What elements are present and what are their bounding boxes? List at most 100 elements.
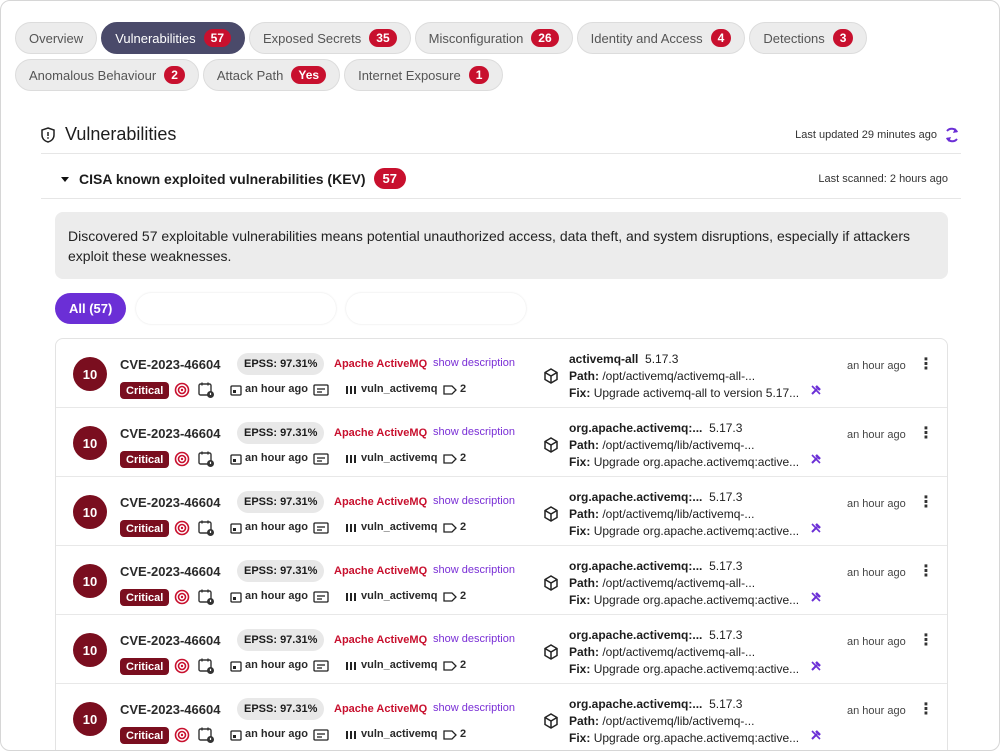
table-row[interactable]: 10 CVE-2023-46604 EPSS: 97.31% Apache Ac… bbox=[56, 615, 947, 684]
tag-icon bbox=[441, 450, 459, 468]
table-row[interactable]: 10 CVE-2023-46604 EPSS: 97.31% Apache Ac… bbox=[56, 339, 947, 408]
row-timestamp: an hour ago bbox=[847, 567, 906, 579]
fix-text: Upgrade org.apache.activemq:active... bbox=[593, 455, 800, 469]
filter-all[interactable]: All (57) bbox=[55, 293, 127, 324]
tab-attack-path[interactable]: Attack Path Yes bbox=[202, 59, 341, 91]
calendar-icon bbox=[227, 381, 245, 399]
wrench-icon[interactable] bbox=[810, 383, 822, 401]
tab-vulnerabilities[interactable]: Vulnerabilities 57 bbox=[101, 22, 245, 54]
path-label: Path: bbox=[569, 438, 599, 452]
row-timestamp: an hour ago bbox=[847, 498, 906, 510]
table-row[interactable]: 10 CVE-2023-46604 EPSS: 97.31% Apache Ac… bbox=[56, 546, 947, 615]
package-path: /opt/activemq/lib/activemq-... bbox=[602, 714, 755, 728]
tab-label: Exposed Secrets bbox=[263, 30, 362, 46]
vendor-label: Apache ActiveMQ bbox=[334, 703, 428, 715]
wrench-icon[interactable] bbox=[810, 728, 822, 746]
score-badge: 10 bbox=[73, 426, 107, 460]
tab-misconfiguration[interactable]: Misconfiguration 26 bbox=[414, 22, 573, 54]
show-description-link[interactable]: show description bbox=[433, 633, 515, 645]
page-title: Vulnerabilities bbox=[65, 124, 177, 144]
show-description-link[interactable]: show description bbox=[433, 357, 515, 369]
more-options-icon[interactable]: ⋮ bbox=[918, 633, 934, 649]
table-row[interactable]: 10 CVE-2023-46604 EPSS: 97.31% Apache Ac… bbox=[56, 477, 947, 546]
refresh-icon[interactable] bbox=[943, 126, 961, 144]
wrench-icon[interactable] bbox=[810, 659, 822, 677]
cve-id[interactable]: CVE-2023-46604 bbox=[120, 702, 220, 717]
package-version: 5.17.3 bbox=[709, 490, 743, 504]
cve-id[interactable]: CVE-2023-46604 bbox=[120, 564, 220, 579]
wrench-icon[interactable] bbox=[810, 590, 822, 608]
package-details: org.apache.activemq:... 5.17.3 Path: /op… bbox=[569, 558, 839, 609]
table-row[interactable]: 10 CVE-2023-46604 EPSS: 97.31% Apache Ac… bbox=[56, 684, 947, 750]
table-row[interactable]: 10 CVE-2023-46604 EPSS: 97.31% Apache Ac… bbox=[56, 408, 947, 477]
detected-time: an hour ago bbox=[245, 521, 308, 533]
package-name: activemq-all bbox=[569, 352, 639, 366]
cve-id[interactable]: CVE-2023-46604 bbox=[120, 495, 220, 510]
tab-label: Detections bbox=[763, 30, 825, 46]
fix-label: Fix: bbox=[569, 524, 591, 538]
image-icon bbox=[312, 657, 330, 675]
package-version: 5.17.3 bbox=[709, 697, 743, 711]
tab-overview[interactable]: Overview bbox=[15, 22, 98, 54]
more-options-icon[interactable]: ⋮ bbox=[918, 564, 934, 580]
count-badge: 3 bbox=[832, 29, 854, 47]
epss-badge: EPSS: 97.31% bbox=[237, 629, 325, 651]
package-details: org.apache.activemq:... 5.17.3 Path: /op… bbox=[569, 696, 839, 747]
tab-identity-and-access[interactable]: Identity and Access 4 bbox=[576, 22, 746, 54]
show-description-link[interactable]: show description bbox=[433, 564, 515, 576]
package-version: 5.17.3 bbox=[645, 352, 679, 366]
cve-id[interactable]: CVE-2023-46604 bbox=[120, 633, 220, 648]
filter-bar: All (57) bbox=[55, 293, 527, 324]
calendar-alert-icon bbox=[197, 588, 215, 606]
more-options-icon[interactable]: ⋮ bbox=[918, 702, 934, 718]
count-badge: Yes bbox=[291, 66, 327, 84]
target-icon bbox=[173, 657, 191, 675]
kev-group-header[interactable]: CISA known exploited vulnerabilities (KE… bbox=[41, 159, 961, 199]
package-path: /opt/activemq/activemq-all-... bbox=[602, 645, 756, 659]
cve-id[interactable]: CVE-2023-46604 bbox=[120, 426, 220, 441]
tab-exposed-secrets[interactable]: Exposed Secrets 35 bbox=[249, 22, 411, 54]
severity-badge: Critical bbox=[120, 520, 170, 537]
show-description-link[interactable]: show description bbox=[433, 426, 515, 438]
kev-count-badge: 57 bbox=[373, 168, 406, 189]
package-icon bbox=[543, 506, 559, 527]
calendar-icon bbox=[227, 657, 245, 675]
severity-badge: Critical bbox=[120, 589, 170, 606]
score-badge: 10 bbox=[73, 495, 107, 529]
count-badge: 1 bbox=[468, 66, 490, 84]
vendor-label: Apache ActiveMQ bbox=[334, 565, 428, 577]
package-name: org.apache.activemq:... bbox=[569, 628, 703, 642]
cve-id[interactable]: CVE-2023-46604 bbox=[120, 357, 220, 372]
tab-detections[interactable]: Detections 3 bbox=[749, 22, 868, 54]
path-label: Path: bbox=[569, 645, 599, 659]
detected-time: an hour ago bbox=[245, 659, 308, 671]
tab-internet-exposure[interactable]: Internet Exposure 1 bbox=[344, 59, 504, 91]
image-name: vuln_activemq bbox=[361, 659, 438, 671]
barcode-icon bbox=[342, 657, 360, 675]
target-icon bbox=[173, 381, 191, 399]
wrench-icon[interactable] bbox=[810, 452, 822, 470]
fix-text: Upgrade org.apache.activemq:active... bbox=[593, 593, 800, 607]
fix-text: Upgrade activemq-all to version 5.17... bbox=[593, 386, 800, 400]
more-options-icon[interactable]: ⋮ bbox=[918, 357, 934, 373]
tab-anomalous-behaviour[interactable]: Anomalous Behaviour 2 bbox=[15, 59, 199, 91]
count-badge: 2 bbox=[164, 66, 185, 84]
target-icon bbox=[173, 726, 191, 744]
show-description-link[interactable]: show description bbox=[433, 495, 515, 507]
more-options-icon[interactable]: ⋮ bbox=[918, 495, 934, 511]
shield-icon bbox=[41, 126, 55, 143]
package-version: 5.17.3 bbox=[709, 628, 743, 642]
show-description-link[interactable]: show description bbox=[433, 702, 515, 714]
calendar-icon bbox=[227, 588, 245, 606]
path-label: Path: bbox=[569, 714, 599, 728]
more-options-icon[interactable]: ⋮ bbox=[918, 426, 934, 442]
wrench-icon[interactable] bbox=[810, 521, 822, 539]
filter-placeholder[interactable] bbox=[346, 293, 527, 324]
image-name: vuln_activemq bbox=[361, 452, 438, 464]
caret-down-icon[interactable] bbox=[59, 174, 71, 184]
calendar-alert-icon bbox=[197, 657, 215, 675]
detected-time: an hour ago bbox=[245, 452, 308, 464]
filter-placeholder[interactable] bbox=[136, 293, 337, 324]
tab-label: Overview bbox=[29, 30, 84, 46]
fix-text: Upgrade org.apache.activemq:active... bbox=[593, 524, 800, 538]
